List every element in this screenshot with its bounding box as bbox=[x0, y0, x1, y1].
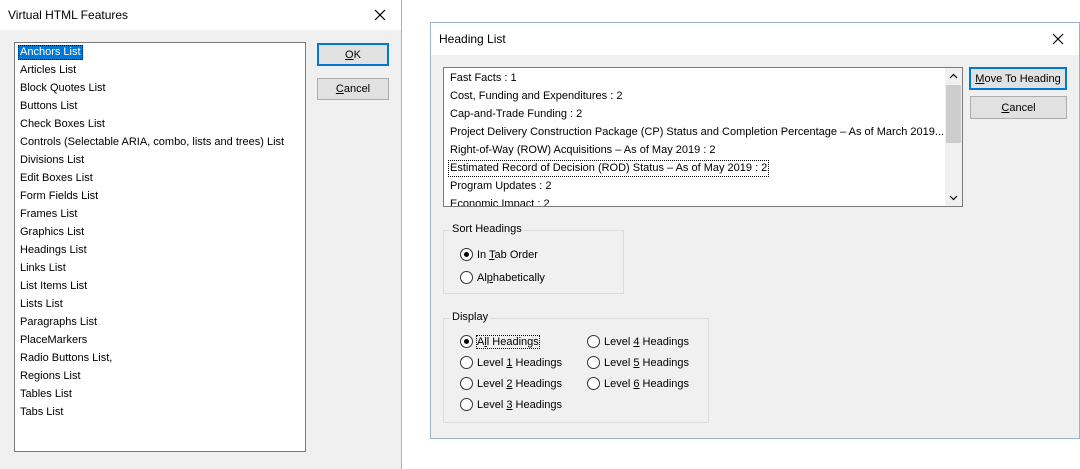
list-item[interactable]: Headings List bbox=[18, 243, 89, 258]
radio-label: Alphabetically bbox=[477, 271, 545, 284]
list-item[interactable]: Regions List bbox=[18, 369, 83, 384]
radio-label: Level 4 Headings bbox=[604, 335, 690, 348]
display-group: Display All Headings Level 1 Headings Le… bbox=[443, 311, 709, 423]
list-item[interactable]: Tables List bbox=[18, 387, 74, 402]
radio-label: All Headings bbox=[476, 334, 540, 349]
move-to-heading-button[interactable]: Move To Heading bbox=[969, 67, 1067, 90]
display-level-5-radio[interactable]: Level 5 Headings bbox=[587, 356, 689, 369]
display-all-headings-radio[interactable]: All Headings bbox=[460, 334, 540, 349]
list-item[interactable]: Project Delivery Construction Package (C… bbox=[448, 124, 943, 141]
list-item[interactable]: Tabs List bbox=[18, 405, 65, 420]
list-item[interactable]: Anchors List bbox=[18, 45, 83, 60]
list-item[interactable]: Controls (Selectable ARIA, combo, lists … bbox=[18, 135, 286, 150]
chevron-up-icon bbox=[949, 73, 958, 79]
radio-label: Level 5 Headings bbox=[604, 356, 690, 369]
scroll-down-button[interactable] bbox=[945, 189, 962, 206]
close-button[interactable] bbox=[1043, 27, 1073, 51]
cancel-button[interactable]: Cancel bbox=[970, 96, 1067, 119]
vertical-scrollbar[interactable] bbox=[945, 68, 962, 206]
display-level-3-radio[interactable]: Level 3 Headings bbox=[460, 398, 562, 411]
display-level-4-radio[interactable]: Level 4 Headings bbox=[587, 335, 689, 348]
list-item[interactable]: Articles List bbox=[18, 63, 78, 78]
list-item[interactable]: Buttons List bbox=[18, 99, 79, 114]
radio-unchecked-icon bbox=[587, 356, 600, 369]
sort-tab-order-radio[interactable]: In Tab Order bbox=[460, 248, 538, 261]
dialog-title: Heading List bbox=[439, 32, 506, 46]
list-item[interactable]: Links List bbox=[18, 261, 68, 276]
radio-unchecked-icon bbox=[460, 271, 473, 284]
list-item[interactable]: Cost, Funding and Expenditures : 2 bbox=[448, 88, 943, 105]
list-item[interactable]: Right-of-Way (ROW) Acquisitions – As of … bbox=[448, 142, 943, 159]
radio-label: Level 6 Headings bbox=[604, 377, 690, 390]
close-button[interactable] bbox=[365, 3, 395, 27]
features-listbox[interactable]: Anchors List Articles List Block Quotes … bbox=[14, 42, 306, 452]
radio-unchecked-icon bbox=[460, 356, 473, 369]
radio-label: In Tab Order bbox=[477, 248, 538, 261]
radio-checked-icon bbox=[460, 335, 473, 348]
virtual-html-features-dialog: Virtual HTML Features Anchors List Artic… bbox=[0, 0, 402, 469]
radio-unchecked-icon bbox=[460, 377, 473, 390]
dialog-title: Virtual HTML Features bbox=[8, 8, 129, 22]
list-item[interactable]: Edit Boxes List bbox=[18, 171, 95, 186]
list-item[interactable]: Radio Buttons List, bbox=[18, 351, 114, 366]
list-item[interactable]: Fast Facts : 1 bbox=[448, 70, 943, 87]
display-level-6-radio[interactable]: Level 6 Headings bbox=[587, 377, 689, 390]
list-item[interactable]: PlaceMarkers bbox=[18, 333, 89, 348]
radio-unchecked-icon bbox=[460, 398, 473, 411]
list-item[interactable]: List Items List bbox=[18, 279, 89, 294]
list-item[interactable]: Graphics List bbox=[18, 225, 86, 240]
group-label: Display bbox=[450, 311, 491, 323]
radio-label: Level 1 Headings bbox=[477, 356, 563, 369]
radio-checked-icon bbox=[460, 248, 473, 261]
list-item-focused[interactable]: Estimated Record of Decision (ROD) Statu… bbox=[448, 160, 770, 177]
display-level-1-radio[interactable]: Level 1 Headings bbox=[460, 356, 562, 369]
group-label: Sort Headings bbox=[450, 223, 524, 235]
list-item[interactable]: Economic Impact : 2 bbox=[448, 196, 943, 206]
heading-list-dialog: Heading List Fast Facts : 1 Cost, Fundin… bbox=[430, 22, 1080, 439]
radio-label: Level 2 Headings bbox=[477, 377, 563, 390]
close-icon bbox=[1052, 33, 1064, 45]
list-item[interactable]: Check Boxes List bbox=[18, 117, 107, 132]
scroll-up-button[interactable] bbox=[945, 68, 962, 85]
list-item[interactable]: Form Fields List bbox=[18, 189, 100, 204]
radio-unchecked-icon bbox=[587, 377, 600, 390]
close-icon bbox=[374, 9, 386, 21]
ok-button[interactable]: OK bbox=[317, 43, 389, 66]
display-level-2-radio[interactable]: Level 2 Headings bbox=[460, 377, 562, 390]
cancel-button[interactable]: Cancel bbox=[317, 78, 389, 100]
list-item[interactable]: Paragraphs List bbox=[18, 315, 99, 330]
title-bar: Virtual HTML Features bbox=[0, 0, 401, 30]
list-item[interactable]: Cap-and-Trade Funding : 2 bbox=[448, 106, 943, 123]
radio-unchecked-icon bbox=[587, 335, 600, 348]
radio-label: Level 3 Headings bbox=[477, 398, 563, 411]
list-item[interactable]: Block Quotes List bbox=[18, 81, 108, 96]
heading-listbox[interactable]: Fast Facts : 1 Cost, Funding and Expendi… bbox=[443, 67, 963, 207]
sort-alphabetically-radio[interactable]: Alphabetically bbox=[460, 271, 545, 284]
title-bar: Heading List bbox=[431, 23, 1079, 55]
list-item[interactable]: Frames List bbox=[18, 207, 79, 222]
list-item[interactable]: Lists List bbox=[18, 297, 65, 312]
sort-headings-group: Sort Headings In Tab Order Alphabeticall… bbox=[443, 223, 624, 294]
chevron-down-icon bbox=[949, 195, 958, 201]
list-item[interactable]: Program Updates : 2 bbox=[448, 178, 943, 195]
list-item[interactable]: Divisions List bbox=[18, 153, 86, 168]
scroll-thumb[interactable] bbox=[946, 85, 961, 143]
